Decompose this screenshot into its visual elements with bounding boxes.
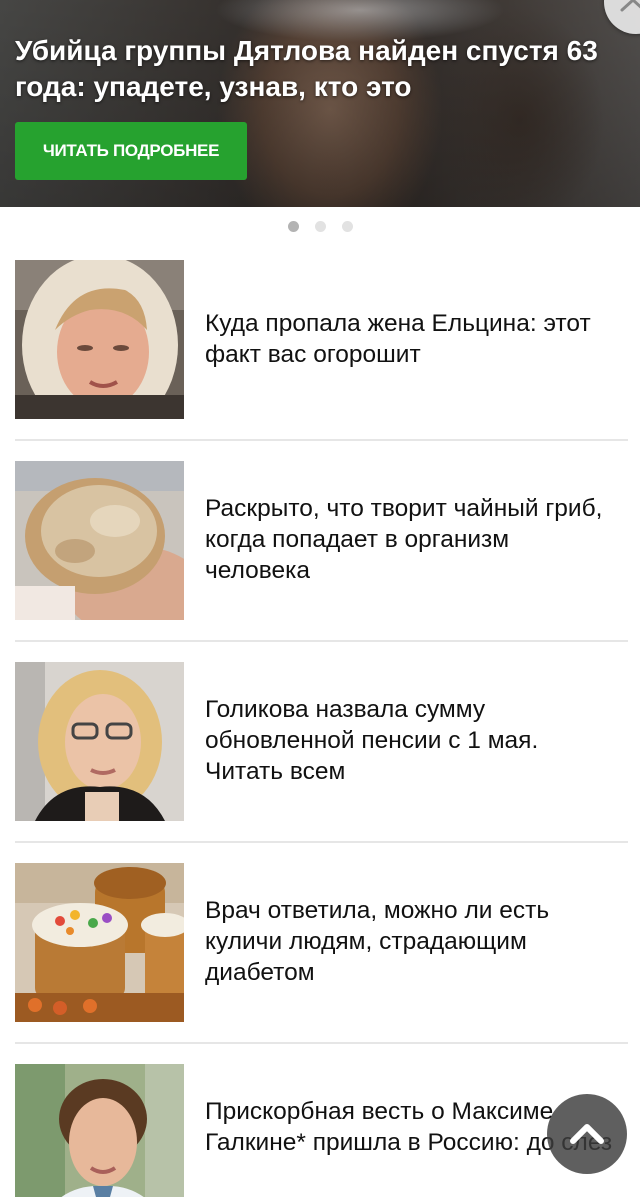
hero-title[interactable]: Убийца группы Дятлова найден спустя 63 г… [15,33,625,105]
article-item[interactable]: Голикова назвала сумму обновленной пенси… [0,642,640,843]
carousel-dots [0,221,640,235]
article-thumbnail[interactable] [15,863,184,1022]
article-thumbnail[interactable] [15,1064,184,1197]
article-title[interactable]: Врач ответила, можно ли есть куличи людя… [205,895,615,988]
chevron-up-icon [620,0,640,12]
woman-in-headscarf-photo [15,260,184,419]
carousel-dot-3[interactable] [341,221,353,232]
article-title[interactable]: Куда пропала жена Ельцина: этот факт вас… [205,308,615,370]
article-thumbnail[interactable] [15,461,184,620]
man-portrait-photo [15,1064,184,1197]
article-item[interactable]: Врач ответила, можно ли есть куличи людя… [0,843,640,1044]
page: Убийца группы Дятлова найден спустя 63 г… [0,0,640,1197]
carousel-dot-1[interactable] [287,221,299,232]
article-item[interactable]: Прискорбная весть о Максиме Галкине* при… [0,1044,640,1197]
kombucha-in-hand-photo [15,461,184,620]
hero-banner[interactable]: Убийца группы Дятлова найден спустя 63 г… [0,0,640,207]
easter-cakes-photo [15,863,184,1022]
article-title[interactable]: Раскрыто, что творит чайный гриб, когда … [205,493,615,586]
chevron-up-icon [570,1124,604,1144]
read-more-button[interactable]: ЧИТАТЬ ПОДРОБНЕЕ [15,122,247,180]
blonde-woman-glasses-photo [15,662,184,821]
carousel-dot-2[interactable] [314,221,326,232]
article-item[interactable]: Куда пропала жена Ельцина: этот факт вас… [0,240,640,441]
article-thumbnail[interactable] [15,260,184,419]
article-title[interactable]: Голикова назвала сумму обновленной пенси… [205,694,615,787]
scroll-to-top-button[interactable] [547,1094,627,1174]
article-item[interactable]: Раскрыто, что творит чайный гриб, когда … [0,441,640,642]
article-thumbnail[interactable] [15,662,184,821]
